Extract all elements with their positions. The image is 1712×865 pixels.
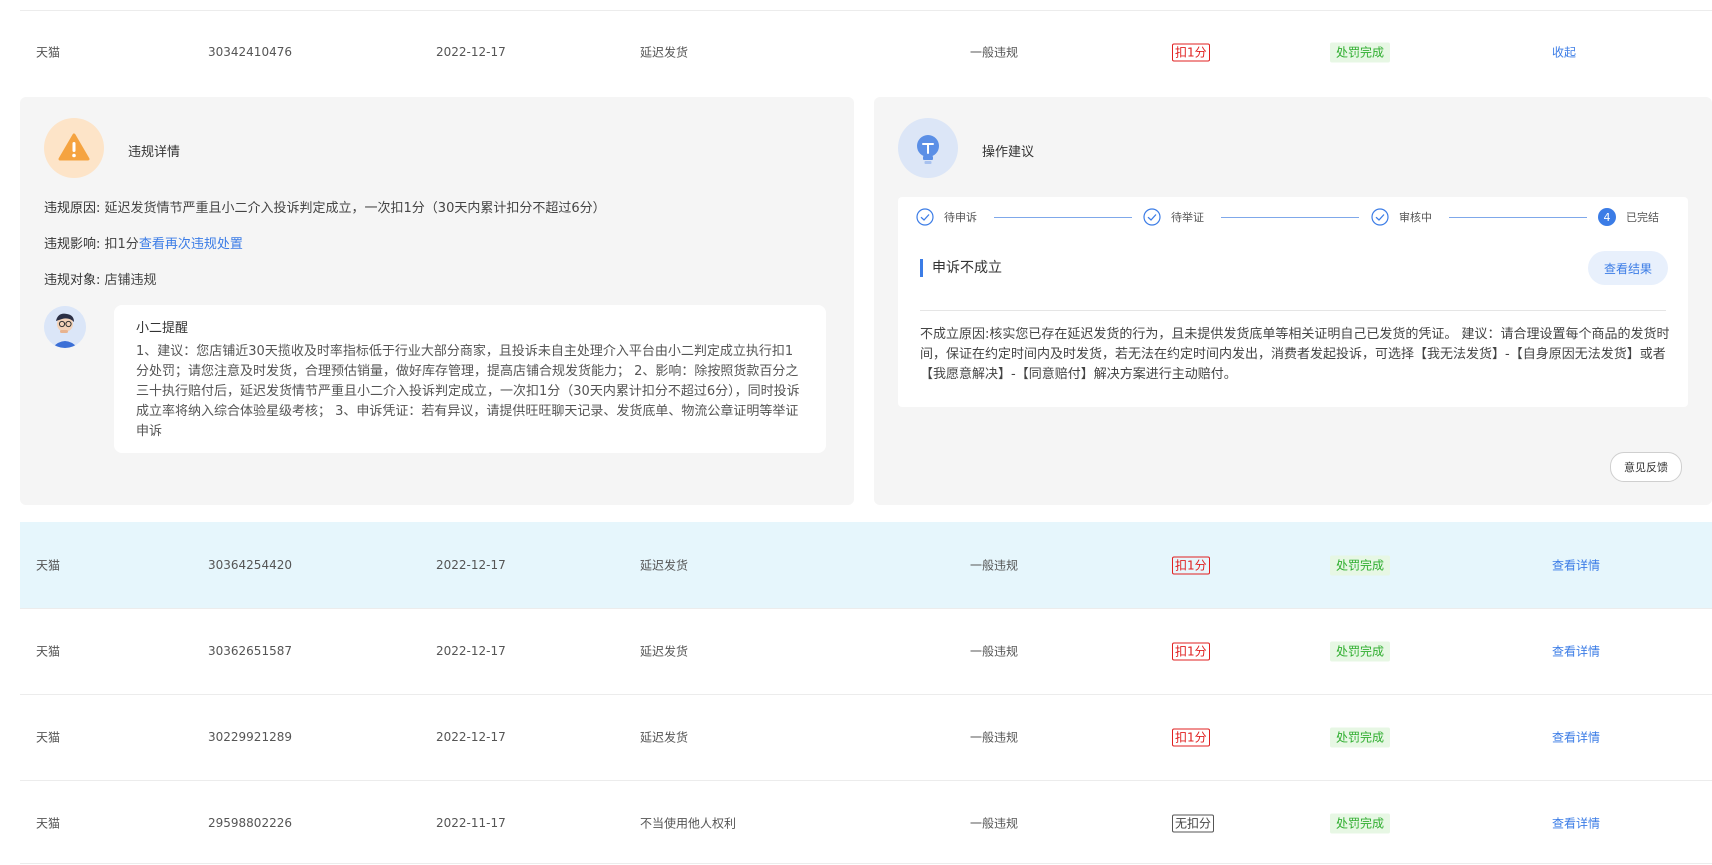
impact-value: 扣1分 [104,237,139,252]
view-details-link[interactable]: 查看详情 [1552,557,1600,574]
date-cell: 2022-11-17 [436,816,506,830]
violation-level-cell: 一般违规 [970,558,1019,573]
object-value: 店铺违规 [104,273,157,288]
feedback-button[interactable]: 意见反馈 [1610,452,1682,482]
penalty-badge: 无扣分 [1172,814,1215,833]
violation-type-cell: 延迟发货 [640,558,689,573]
check-circle-icon [916,208,934,226]
status-badge: 处罚完成 [1330,42,1391,63]
rejection-reason-text: 核实您已存在延迟发货的行为，且未提供发货底单等相关证明自己已发货的凭证。 建议：… [920,327,1670,382]
date-cell: 2022-12-17 [436,644,506,658]
impact-line: 违规影响: 扣1分查看再次违规处置 [44,233,243,252]
warning-icon [44,118,104,178]
view-result-button[interactable]: 查看结果 [1588,251,1668,285]
violation-id-cell: 29598802226 [208,816,292,830]
operation-advice-panel: 操作建议 待申诉 待举证 审核中 4 已完结 申诉不成立 查看结果 不成立原因:… [874,97,1712,505]
table-row[interactable]: 天猫 30362651587 2022-12-17 延迟发货 一般违规 扣1分 … [20,609,1712,693]
violation-level-cell: 一般违规 [970,644,1019,659]
violation-level-cell: 一般违规 [970,730,1019,745]
rejection-reason-label: 不成立原因: [920,327,990,342]
advice-title: 操作建议 [982,145,1035,160]
date-cell: 2022-12-17 [436,730,506,744]
tip-text: 1、建议：您店铺近30天揽收及时率指标低于行业大部分商家，且投诉未自主处理介入平… [136,344,800,439]
object-label: 违规对象: [44,273,101,288]
violation-details-panel: 违规详情 违规原因: 延迟发货情节严重且小二介入投诉判定成立，一次扣1分（30天… [20,97,854,505]
step-label: 待举证 [1171,211,1204,224]
penalty-badge: 扣1分 [1172,43,1210,62]
tip-title: 小二提醒 [136,321,189,336]
reason-value: 延迟发货情节严重且小二介入投诉判定成立，一次扣1分（30天内累计扣分不超过6分） [104,201,606,216]
check-circle-icon [1371,208,1389,226]
violation-id-cell: 30229921289 [208,730,292,744]
violation-type-cell: 延迟发货 [640,730,689,745]
status-badge: 处罚完成 [1330,813,1391,834]
step-label: 审核中 [1399,211,1432,224]
penalty-badge: 扣1分 [1172,642,1210,661]
status-badge: 处罚完成 [1330,555,1391,576]
step-completed: 4 已完结 [1598,208,1659,226]
object-line: 违规对象: 店铺违规 [44,269,157,288]
date-cell: 2022-12-17 [436,558,506,572]
platform-cell: 天猫 [36,816,61,831]
appeal-progress-card: 待申诉 待举证 审核中 4 已完结 申诉不成立 查看结果 不成立原因:核实您已存… [898,197,1688,407]
status-badge: 处罚完成 [1330,641,1391,662]
step-label: 已完结 [1626,211,1659,224]
table-row[interactable]: 天猫 29598802226 2022-11-17 不当使用他人权利 一般违规 … [20,781,1712,865]
platform-cell: 天猫 [36,730,61,745]
view-details-link[interactable]: 查看详情 [1552,815,1600,832]
details-title: 违规详情 [128,145,181,160]
step-pending-appeal: 待申诉 [916,208,977,226]
appeal-result-title: 申诉不成立 [920,259,1002,277]
violation-level-cell: 一般违规 [970,45,1019,60]
result-divider [920,310,1666,311]
lightbulb-icon [898,118,958,178]
table-row[interactable]: 天猫 30229921289 2022-12-17 延迟发货 一般违规 扣1分 … [20,695,1712,779]
status-badge: 处罚完成 [1330,727,1391,748]
platform-cell: 天猫 [36,45,61,60]
step-label: 待申诉 [944,211,977,224]
check-circle-icon [1143,208,1161,226]
reason-line: 违规原因: 延迟发货情节严重且小二介入投诉判定成立，一次扣1分（30天内累计扣分… [44,197,606,216]
step-connector [1221,217,1359,218]
reason-label: 违规原因: [44,201,101,216]
violation-type-cell: 不当使用他人权利 [640,816,737,831]
impact-label: 违规影响: [44,237,101,252]
step-pending-evidence: 待举证 [1143,208,1204,226]
step-connector [1449,217,1587,218]
violation-level-cell: 一般违规 [970,816,1019,831]
view-details-link[interactable]: 查看详情 [1552,643,1600,660]
collapse-link[interactable]: 收起 [1552,44,1576,61]
date-cell: 2022-12-17 [436,45,506,59]
violation-id-cell: 30362651587 [208,644,292,658]
platform-cell: 天猫 [36,644,61,659]
repeat-violation-link[interactable]: 查看再次违规处置 [139,237,243,252]
assistant-avatar [44,306,86,348]
rejection-reason: 不成立原因:核实您已存在延迟发货的行为，且未提供发货底单等相关证明自己已发货的凭… [920,325,1670,385]
penalty-badge: 扣1分 [1172,556,1210,575]
penalty-badge: 扣1分 [1172,728,1210,747]
step-under-review: 审核中 [1371,208,1432,226]
violation-id-cell: 30364254420 [208,558,292,572]
violation-type-cell: 延迟发货 [640,45,689,60]
platform-cell: 天猫 [36,558,61,573]
table-row-expanded[interactable]: 天猫 30342410476 2022-12-17 延迟发货 一般违规 扣1分 … [20,10,1712,94]
step-number-badge: 4 [1598,208,1616,226]
step-connector [994,217,1132,218]
violation-type-cell: 延迟发货 [640,644,689,659]
assistant-tip-bubble: 小二提醒 1、建议：您店铺近30天揽收及时率指标低于行业大部分商家，且投诉未自主… [114,305,826,453]
table-row[interactable]: 天猫 30364254420 2022-12-17 延迟发货 一般违规 扣1分 … [20,522,1712,608]
view-details-link[interactable]: 查看详情 [1552,729,1600,746]
violation-id-cell: 30342410476 [208,45,292,59]
